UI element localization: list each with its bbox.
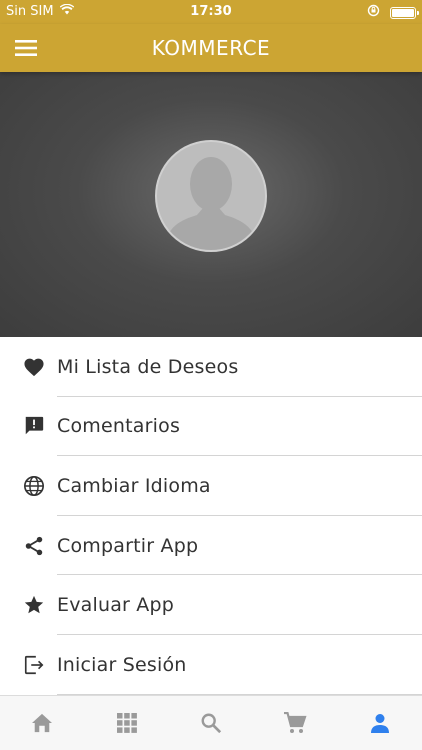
menu-item-label: Mi Lista de Deseos xyxy=(57,355,239,378)
tab-home[interactable] xyxy=(0,696,84,750)
home-icon xyxy=(32,713,53,733)
menu-item-wishlist[interactable]: Mi Lista de Deseos xyxy=(0,337,422,397)
heart-icon xyxy=(22,355,46,379)
app-title: KOMMERCE xyxy=(151,36,271,60)
menu-item-label: Compartir App xyxy=(57,534,199,557)
status-bar: Sin SIM 17:30 xyxy=(0,0,422,24)
cart-icon xyxy=(284,712,307,733)
globe-icon xyxy=(22,474,46,498)
menu-item-label: Iniciar Sesión xyxy=(57,653,187,676)
star-icon xyxy=(22,593,46,617)
share-icon xyxy=(22,534,46,558)
search-icon xyxy=(201,713,222,734)
menu-item-rate[interactable]: Evaluar App xyxy=(0,575,422,635)
profile-header xyxy=(0,72,422,337)
orientation-lock-icon xyxy=(367,4,380,21)
feedback-icon xyxy=(22,414,46,438)
avatar[interactable] xyxy=(155,140,267,252)
bottom-navigation xyxy=(0,695,422,750)
menu-item-label: Comentarios xyxy=(57,415,181,438)
menu-item-comments[interactable]: Comentarios xyxy=(0,397,422,457)
menu-item-label: Evaluar App xyxy=(57,594,175,617)
status-right xyxy=(367,4,419,21)
tab-cart[interactable] xyxy=(253,696,337,750)
profile-icon xyxy=(370,714,389,733)
status-time: 17:30 xyxy=(190,4,232,19)
categories-icon xyxy=(116,713,137,733)
menu-item-language[interactable]: Cambiar Idioma xyxy=(0,456,422,516)
menu-item-label: Cambiar Idioma xyxy=(57,474,211,497)
default-user-icon xyxy=(163,157,259,250)
app-toolbar: KOMMERCE xyxy=(0,24,422,72)
menu-item-share[interactable]: Compartir App xyxy=(0,516,422,576)
login-icon xyxy=(22,653,46,677)
menu-item-login[interactable]: Iniciar Sesión xyxy=(0,635,422,695)
tab-categories[interactable] xyxy=(84,696,168,750)
tab-profile[interactable] xyxy=(338,696,422,750)
battery-icon xyxy=(390,6,419,19)
tab-search[interactable] xyxy=(169,696,253,750)
menu-list: Mi Lista de Deseos Comentarios Cambiar I… xyxy=(0,337,422,695)
